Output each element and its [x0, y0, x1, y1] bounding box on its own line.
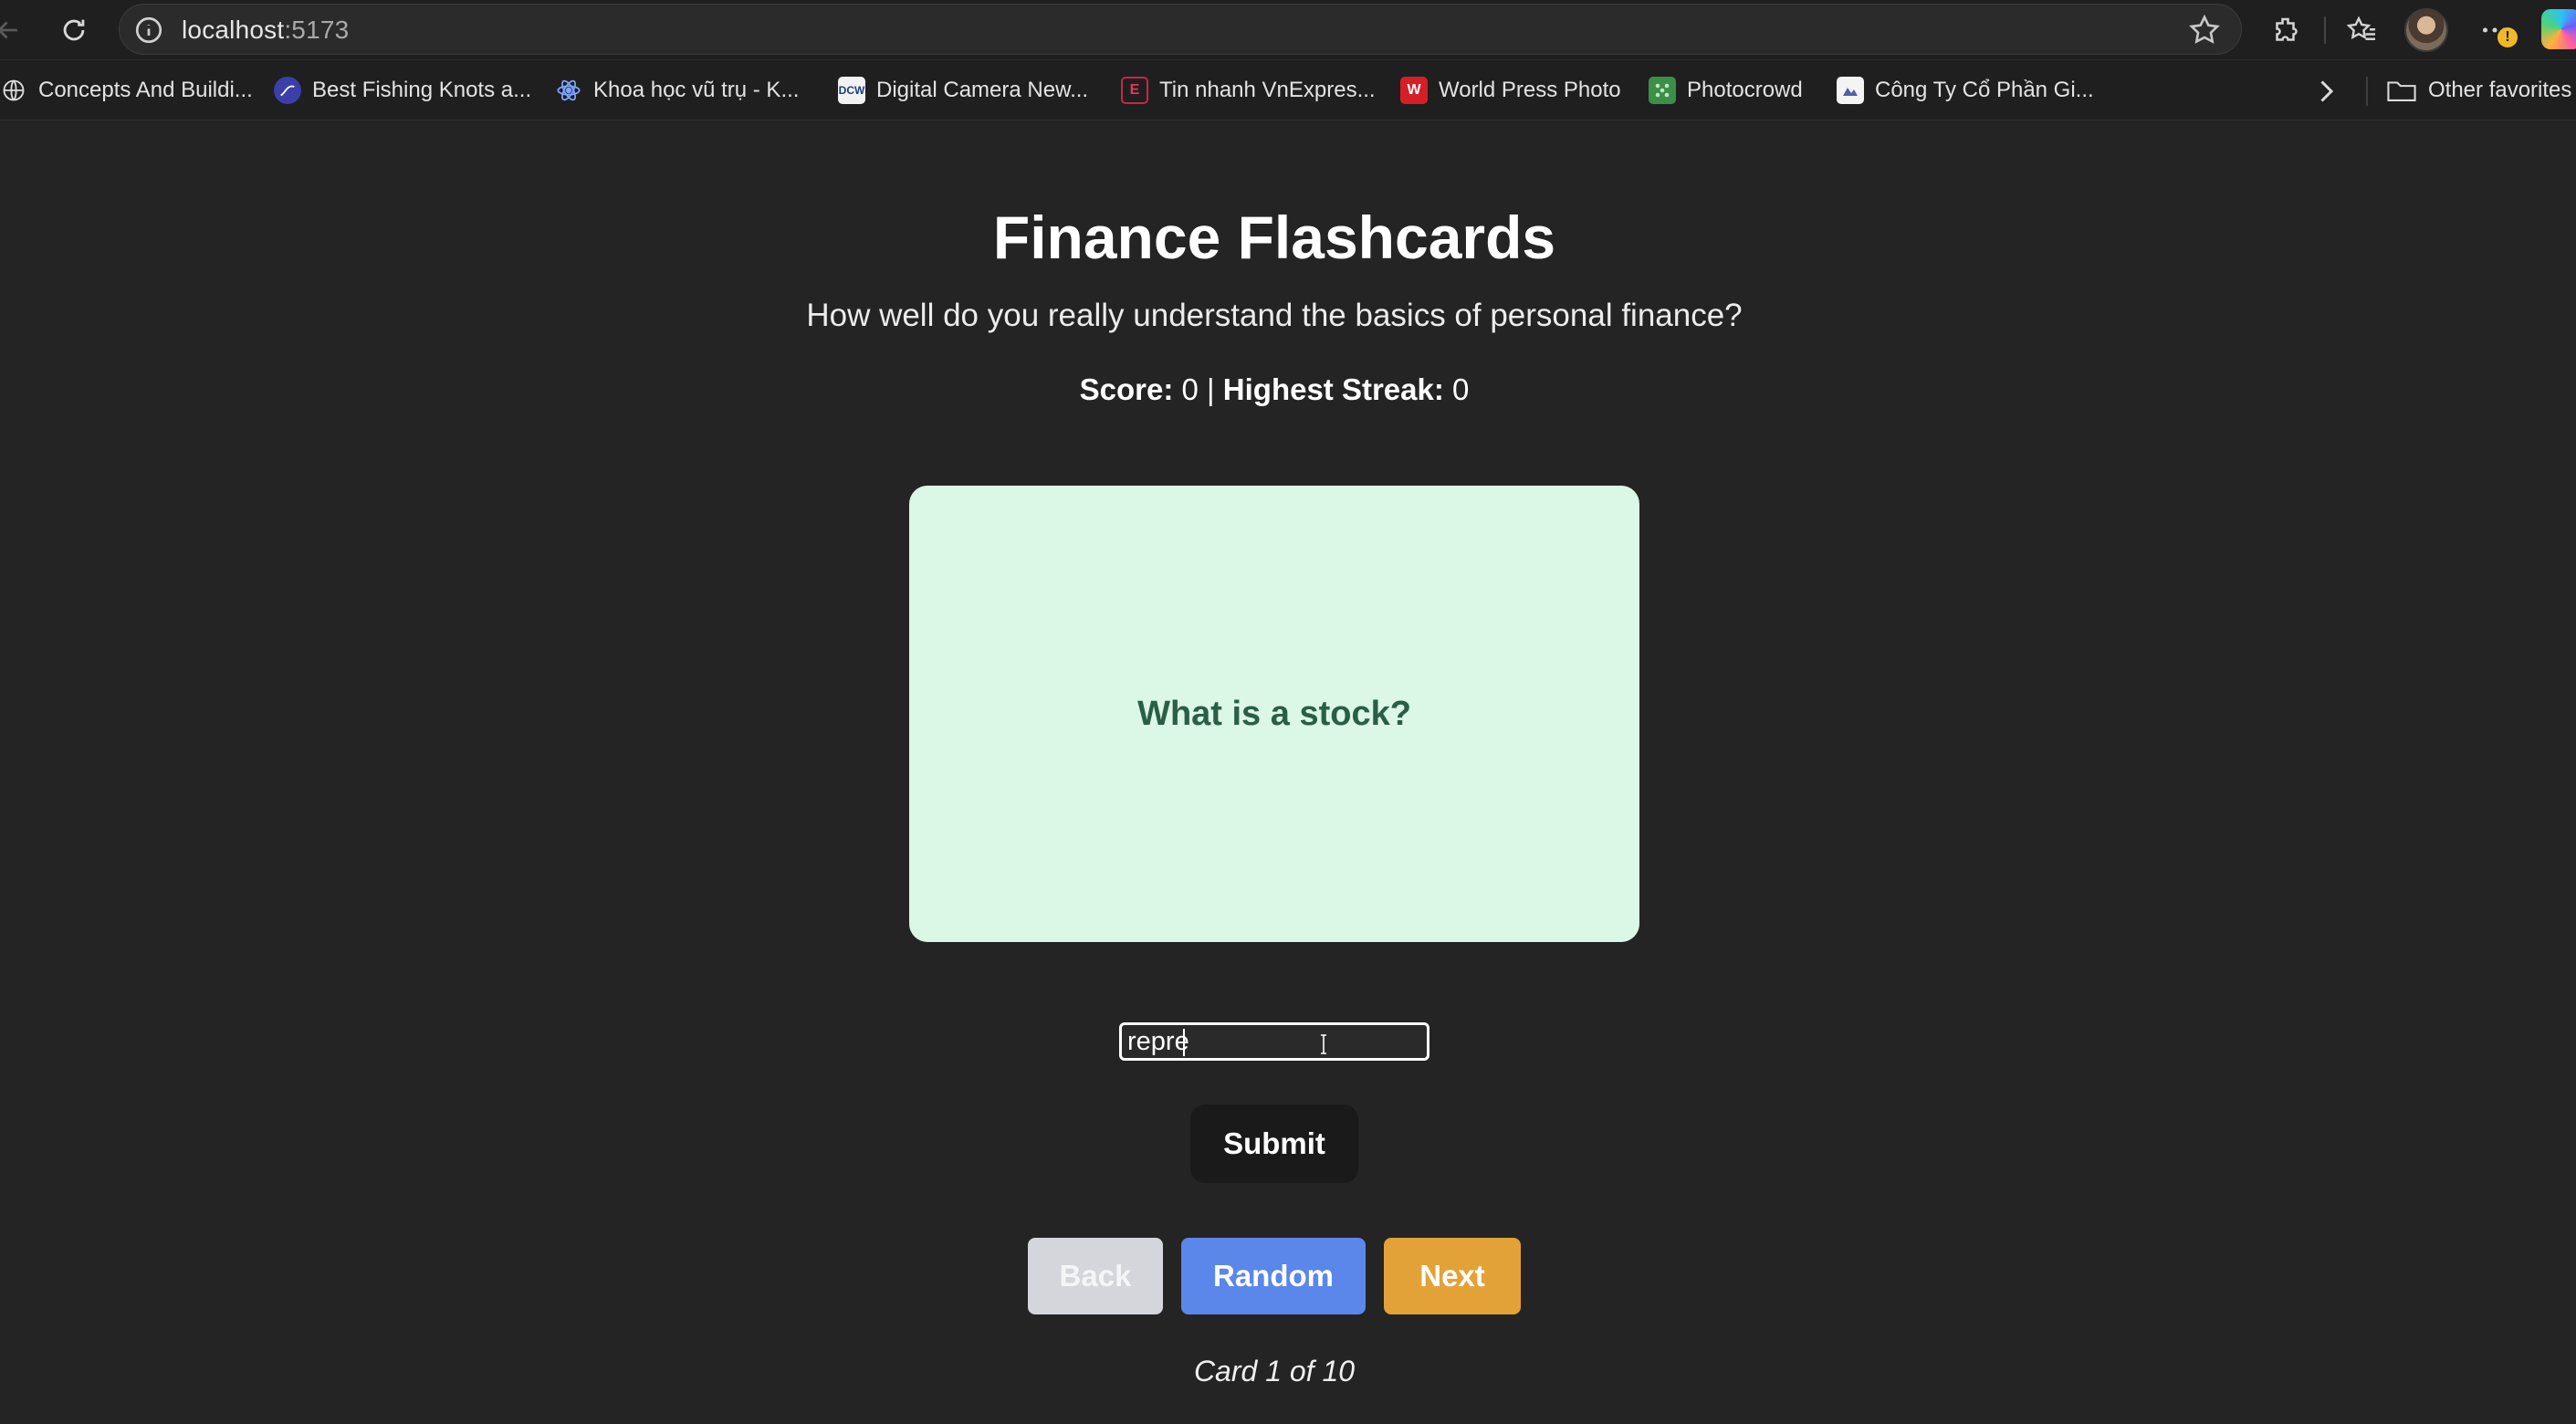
browser-toolbar: localhost:5173 ! — [0, 0, 2576, 60]
site-info-icon[interactable] — [132, 14, 165, 47]
bookmarks-divider — [2366, 77, 2368, 106]
photocrowd-icon — [1649, 77, 1676, 104]
flashcard-question: What is a stock? — [1137, 694, 1411, 733]
bookmark-label: Tin nhanh VnExpres... — [1159, 78, 1376, 102]
next-button[interactable]: Next — [1384, 1238, 1521, 1314]
card-counter: Card 1 of 10 — [1193, 1355, 1356, 1387]
favorites-icon[interactable] — [2339, 7, 2384, 53]
wpp-icon: W — [1400, 77, 1428, 104]
back-button[interactable]: Back — [1028, 1238, 1163, 1314]
streak-label: Highest Streak: — [1222, 372, 1444, 406]
bookmark-item[interactable]: DCW Digital Camera New... — [838, 73, 1088, 108]
extensions-icon[interactable] — [2264, 7, 2309, 53]
other-favorites[interactable]: Other favorites — [2386, 73, 2571, 108]
bookmark-item[interactable]: Công Ty Cổ Phần Gi... — [1837, 73, 2094, 108]
bookmarks-bar: Concepts And Buildi... Best Fishing Knot… — [0, 60, 2576, 120]
page-subtitle: How well do you really understand the ba… — [806, 298, 1743, 333]
bookmark-label: Photocrowd — [1687, 78, 1803, 102]
update-alert-badge: ! — [2497, 27, 2518, 47]
address-bar[interactable]: localhost:5173 — [119, 4, 2242, 55]
bookmark-label: Best Fishing Knots a... — [312, 78, 532, 102]
fishing-knot-icon — [274, 77, 301, 104]
url-port: :5173 — [284, 16, 350, 44]
bookmark-item[interactable]: Best Fishing Knots a... — [274, 73, 531, 108]
toolbar-divider — [2324, 16, 2326, 44]
streak-value: 0 — [1452, 372, 1470, 406]
answer-input[interactable] — [1119, 1022, 1429, 1061]
bookmark-item[interactable]: Photocrowd — [1649, 73, 1803, 108]
bookmark-label: Khoa học vũ trụ - K... — [593, 78, 800, 102]
bookmark-item[interactable]: W World Press Photo — [1400, 73, 1621, 108]
score-separator: | — [1207, 372, 1215, 406]
atom-icon — [555, 77, 582, 104]
bookmark-label: Concepts And Buildi... — [38, 78, 253, 102]
folder-icon — [2387, 81, 2416, 101]
bookmark-item[interactable]: E Tin nhanh VnExpres... — [1121, 73, 1376, 108]
flashcard[interactable]: What is a stock? — [909, 486, 1639, 942]
reload-icon[interactable] — [53, 9, 95, 51]
dcw-icon: DCW — [838, 77, 865, 104]
company-icon — [1837, 77, 1864, 104]
copilot-icon[interactable] — [2541, 9, 2576, 49]
back-arrow-icon[interactable] — [0, 9, 29, 51]
bookmark-label: Digital Camera New... — [876, 78, 1089, 102]
vnexpress-icon: E — [1121, 77, 1148, 104]
bookmark-label: World Press Photo — [1439, 78, 1621, 102]
page-title: Finance Flashcards — [992, 204, 1556, 271]
favorite-star-icon[interactable] — [2186, 12, 2223, 48]
profile-avatar[interactable] — [2404, 8, 2448, 52]
ibeam-cursor-icon — [1321, 1034, 1326, 1054]
score-label: Score: — [1079, 372, 1174, 406]
score-value: 0 — [1181, 372, 1199, 406]
submit-button[interactable]: Submit — [1190, 1105, 1358, 1183]
text-caret — [1183, 1029, 1185, 1056]
globe-icon — [0, 77, 27, 104]
chevron-right-icon[interactable] — [2309, 75, 2342, 108]
url-host: localhost — [182, 16, 285, 44]
score-line: Score: 0 | Highest Streak: 0 — [0, 372, 2549, 407]
bookmark-label: Công Ty Cổ Phần Gi... — [1875, 78, 2094, 102]
other-favorites-label: Other favorites — [2428, 78, 2572, 102]
bookmark-item[interactable]: Concepts And Buildi... — [0, 73, 253, 108]
url-text: localhost:5173 — [182, 16, 349, 45]
random-button[interactable]: Random — [1181, 1238, 1366, 1314]
bookmark-item[interactable]: Khoa học vũ trụ - K... — [555, 73, 799, 108]
